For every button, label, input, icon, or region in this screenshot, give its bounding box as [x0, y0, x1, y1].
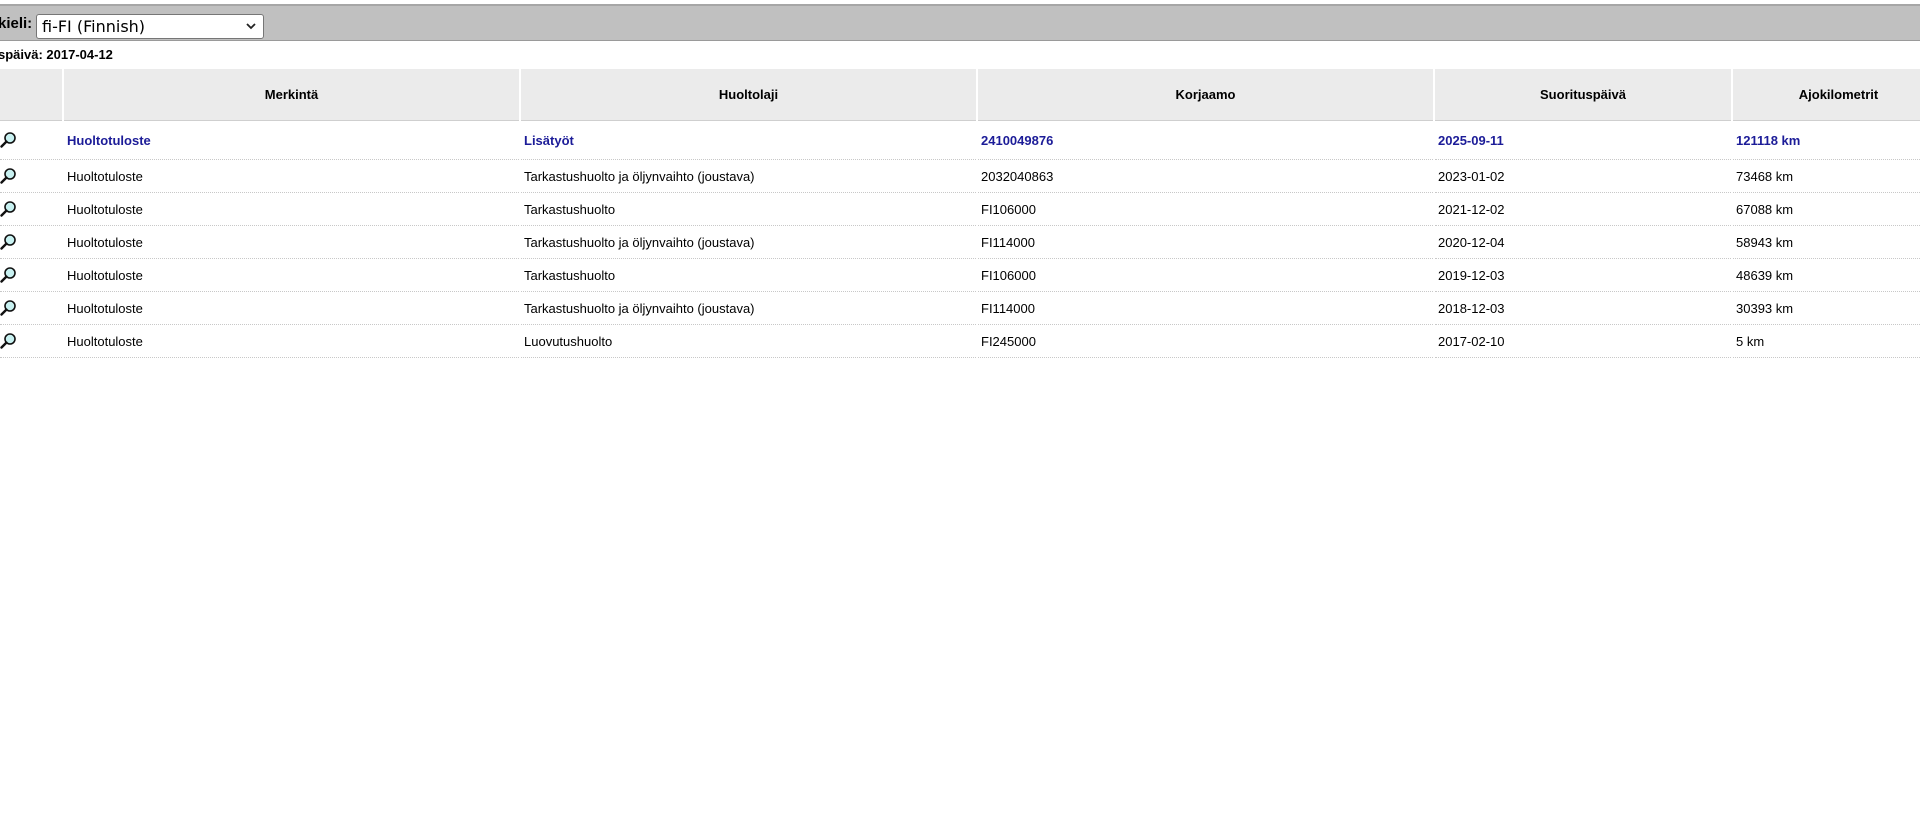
header-merkinta[interactable]: Merkintä — [64, 69, 519, 121]
cell-korjaamo: 2410049876 — [978, 121, 1433, 160]
row-icon-cell[interactable] — [0, 292, 62, 325]
cell-huoltolaji: Luovutushuolto — [521, 325, 976, 358]
cell-huoltolaji: Tarkastushuolto — [521, 193, 976, 226]
cell-suorituspaiva: 2017-02-10 — [1435, 325, 1731, 358]
cell-huoltolaji: Tarkastushuolto ja öljynvaihto (joustava… — [521, 160, 976, 193]
row-icon-cell[interactable] — [0, 226, 62, 259]
cell-suorituspaiva: 2020-12-04 — [1435, 226, 1731, 259]
cell-huoltolaji: Tarkastushuolto — [521, 259, 976, 292]
cell-ajokilometrit: 30393 km — [1733, 292, 1920, 325]
magnifier-icon[interactable] — [0, 131, 18, 149]
cell-korjaamo: 2032040863 — [978, 160, 1433, 193]
cell-merkinta: Huoltotuloste — [64, 160, 519, 193]
cell-ajokilometrit: 48639 km — [1733, 259, 1920, 292]
cell-huoltolaji: Tarkastushuolto ja öljynvaihto (joustava… — [521, 292, 976, 325]
date-line: späivä: 2017-04-12 — [0, 47, 113, 62]
cell-korjaamo: FI106000 — [978, 193, 1433, 226]
cell-huoltolaji: Lisätyöt — [521, 121, 976, 160]
chevron-down-icon — [246, 23, 256, 30]
cell-merkinta: Huoltotuloste — [64, 193, 519, 226]
table-row[interactable]: Huoltotuloste Tarkastushuolto ja öljynvai… — [0, 226, 1920, 259]
cell-ajokilometrit: 121118 km — [1733, 121, 1920, 160]
cell-merkinta: Huoltotuloste — [64, 259, 519, 292]
header-suorituspaiva[interactable]: Suorituspäivä — [1435, 69, 1731, 121]
row-icon-cell[interactable] — [0, 259, 62, 292]
language-select-value: fi-FI (Finnish) — [42, 17, 146, 36]
cell-merkinta: Huoltotuloste — [64, 226, 519, 259]
table-row[interactable]: Huoltotuloste Tarkastushuolto ja öljynvai… — [0, 292, 1920, 325]
cell-suorituspaiva: 2018-12-03 — [1435, 292, 1731, 325]
language-label: kieli: — [0, 15, 33, 32]
table-row[interactable]: Huoltotuloste Lisätyöt 2410049876 2025-09-1… — [0, 121, 1920, 160]
cell-korjaamo: FI114000 — [978, 226, 1433, 259]
cell-ajokilometrit: 73468 km — [1733, 160, 1920, 193]
language-select[interactable]: fi-FI (Finnish) — [36, 14, 264, 39]
table-row[interactable]: Huoltotuloste Luovutushuolto FI245000 2017-… — [0, 325, 1920, 358]
header-icon-col — [0, 69, 62, 121]
cell-ajokilometrit: 58943 km — [1733, 226, 1920, 259]
magnifier-icon[interactable] — [0, 266, 18, 284]
cell-suorituspaiva: 2025-09-11 — [1435, 121, 1731, 160]
cell-ajokilometrit: 5 km — [1733, 325, 1920, 358]
row-icon-cell[interactable] — [0, 160, 62, 193]
magnifier-icon[interactable] — [0, 167, 18, 185]
header-ajokilometrit[interactable]: Ajokilometrit — [1733, 69, 1920, 121]
header-huoltolaji[interactable]: Huoltolaji — [521, 69, 976, 121]
cell-merkinta: Huoltotuloste — [64, 121, 519, 160]
cell-suorituspaiva: 2023-01-02 — [1435, 160, 1731, 193]
header-korjaamo[interactable]: Korjaamo — [978, 69, 1433, 121]
row-icon-cell[interactable] — [0, 121, 62, 160]
service-history-table: Merkintä Huoltolaji Korjaamo Suorituspäi… — [0, 69, 1920, 358]
table-row[interactable]: Huoltotuloste Tarkastushuolto ja öljynvai… — [0, 160, 1920, 193]
row-icon-cell[interactable] — [0, 193, 62, 226]
cell-suorituspaiva: 2021-12-02 — [1435, 193, 1731, 226]
cell-ajokilometrit: 67088 km — [1733, 193, 1920, 226]
magnifier-icon[interactable] — [0, 200, 18, 218]
magnifier-icon[interactable] — [0, 233, 18, 251]
table-header-row: Merkintä Huoltolaji Korjaamo Suorituspäi… — [0, 69, 1920, 121]
cell-korjaamo: FI106000 — [978, 259, 1433, 292]
magnifier-icon[interactable] — [0, 299, 18, 317]
cell-korjaamo: FI245000 — [978, 325, 1433, 358]
cell-korjaamo: FI114000 — [978, 292, 1433, 325]
cell-suorituspaiva: 2019-12-03 — [1435, 259, 1731, 292]
cell-huoltolaji: Tarkastushuolto ja öljynvaihto (joustava… — [521, 226, 976, 259]
cell-merkinta: Huoltotuloste — [64, 325, 519, 358]
language-toolbar: kieli: fi-FI (Finnish) — [0, 4, 1920, 41]
table-row[interactable]: Huoltotuloste Tarkastushuolto FI106000 2019… — [0, 259, 1920, 292]
cell-merkinta: Huoltotuloste — [64, 292, 519, 325]
magnifier-icon[interactable] — [0, 332, 18, 350]
row-icon-cell[interactable] — [0, 325, 62, 358]
table-row[interactable]: Huoltotuloste Tarkastushuolto FI106000 2021… — [0, 193, 1920, 226]
